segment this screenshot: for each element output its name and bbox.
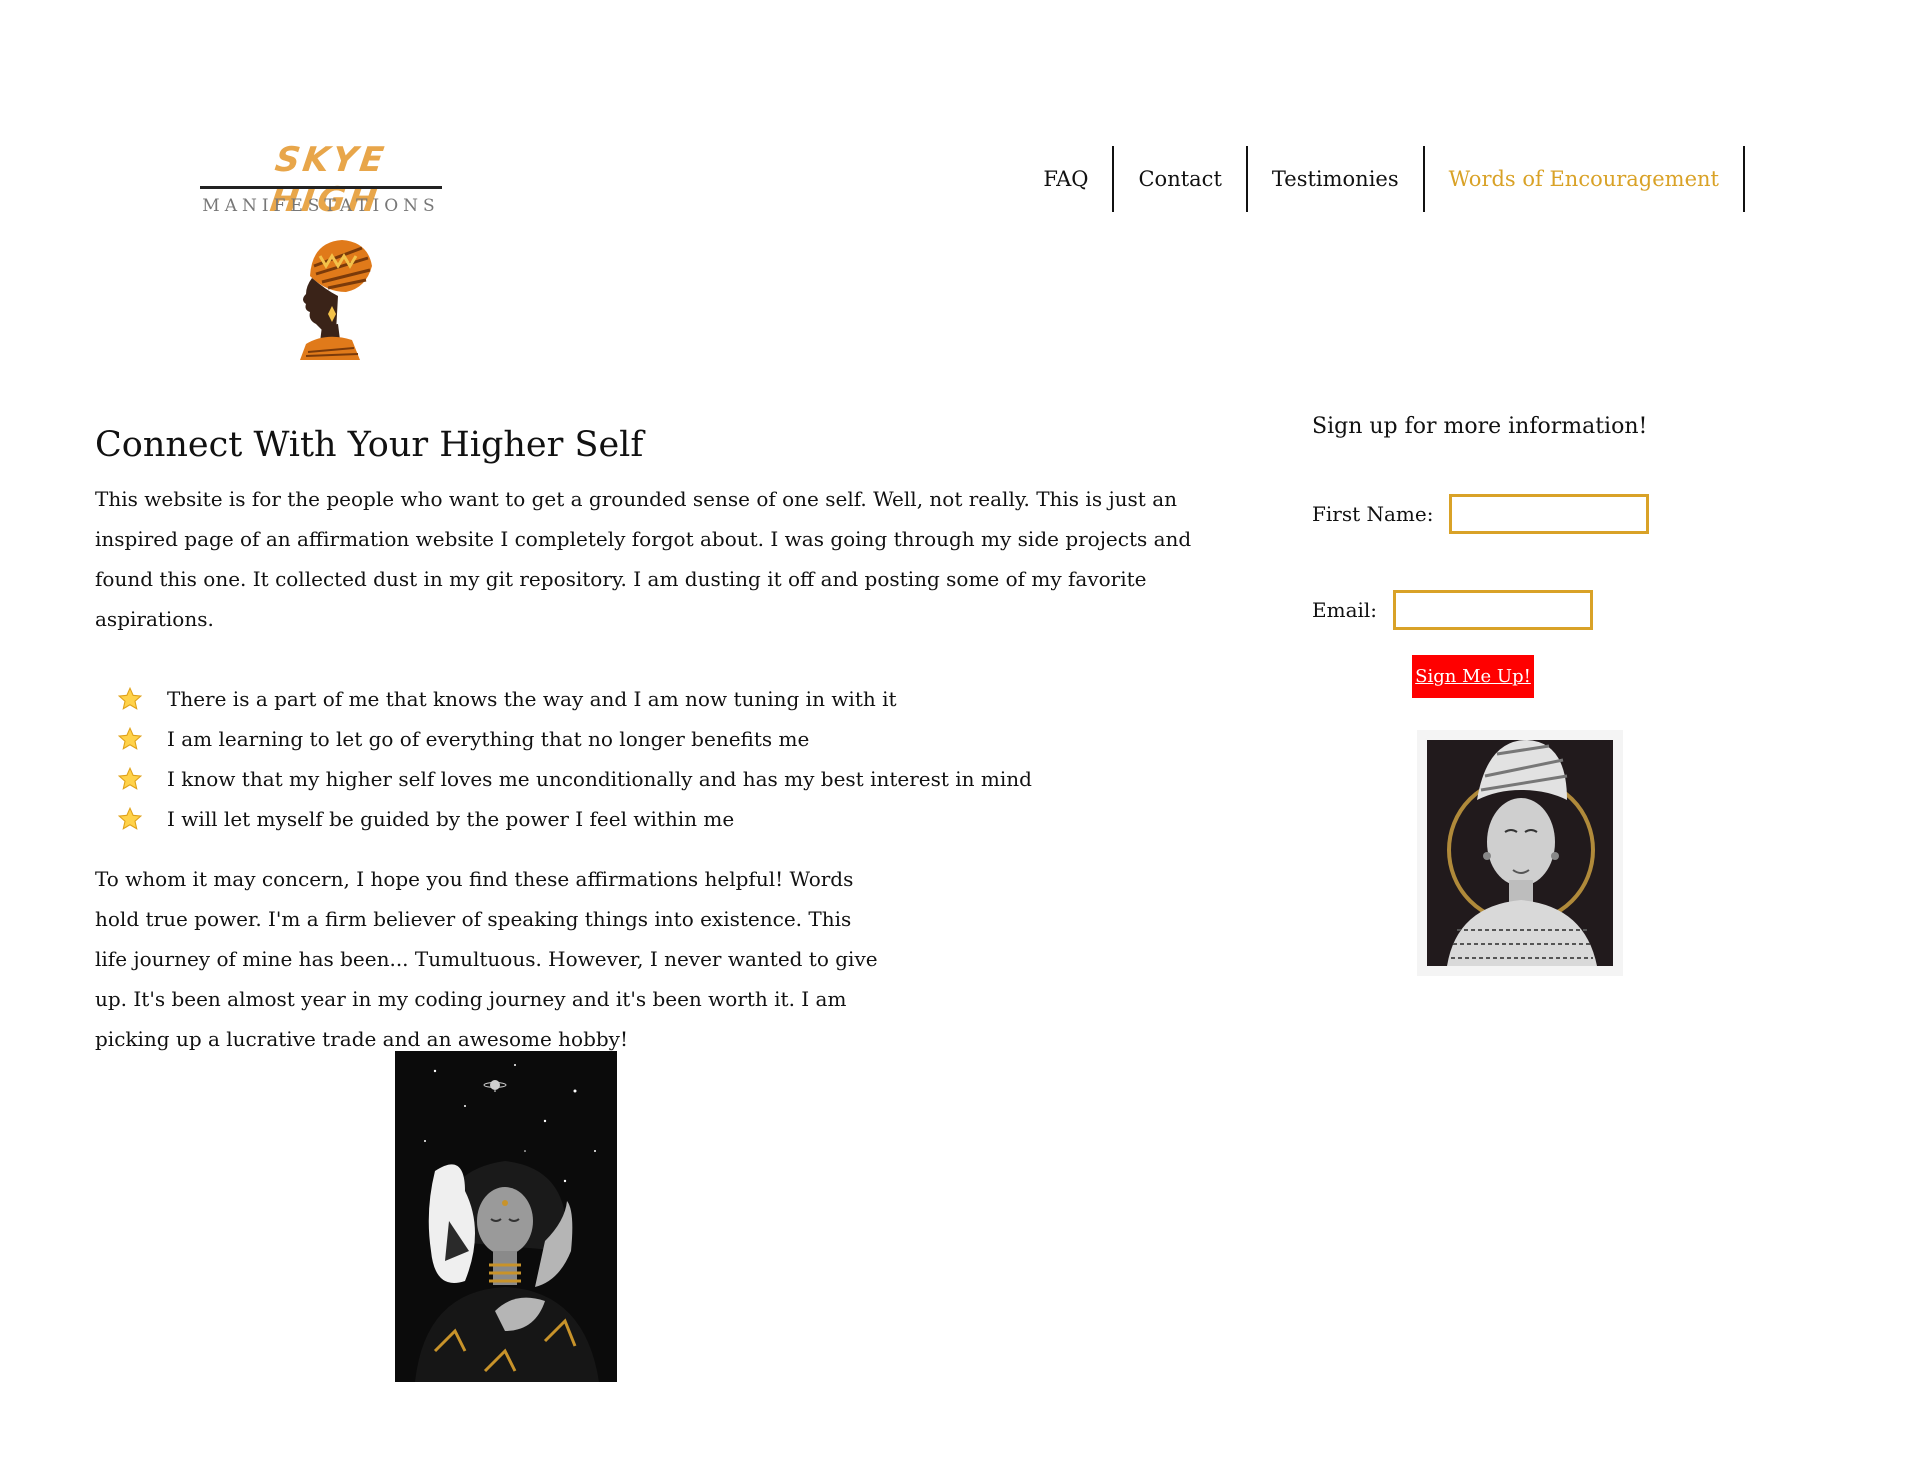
main-nav: FAQ Contact Testimonies Words of Encoura…	[1019, 146, 1745, 212]
star-icon	[117, 686, 143, 710]
first-name-field[interactable]	[1449, 494, 1650, 534]
logo-divider	[200, 186, 442, 189]
affirmation-text: I am learning to let go of everything th…	[167, 727, 810, 751]
signup-sidebar: Sign up for more information! First Name…	[1312, 414, 1692, 698]
list-item: There is a part of me that knows the way…	[95, 679, 1205, 719]
first-name-label: First Name:	[1312, 502, 1434, 526]
woman-profile-icon	[300, 240, 372, 360]
affirmation-text: There is a part of me that knows the way…	[167, 687, 897, 711]
portrait-artwork	[1417, 730, 1623, 976]
sign-up-button[interactable]: Sign Me Up!	[1412, 655, 1534, 698]
email-label: Email:	[1312, 598, 1378, 622]
star-icon	[117, 806, 143, 830]
intro-paragraph: This website is for the people who want …	[95, 487, 1192, 631]
signup-heading: Sign up for more information!	[1312, 414, 1648, 439]
page: SKYE HIGH MANIFESTATIONS FAQ Contact Tes…	[0, 0, 1920, 1480]
closing-paragraph: To whom it may concern, I hope you find …	[95, 867, 878, 1051]
nav-item-testimonies[interactable]: Testimonies	[1248, 146, 1425, 212]
main-content: Connect With Your Higher Self This websi…	[95, 425, 1205, 1059]
list-item: I will let myself be guided by the power…	[95, 799, 1205, 839]
nav-item-words-of-encouragement[interactable]: Words of Encouragement	[1425, 146, 1745, 212]
list-item: I am learning to let go of everything th…	[95, 719, 1205, 759]
star-icon	[117, 766, 143, 790]
logo-subtitle: MANIFESTATIONS	[202, 196, 440, 216]
affirmation-text: I know that my higher self loves me unco…	[167, 767, 1032, 791]
star-icon	[117, 726, 143, 750]
list-item: I know that my higher self loves me unco…	[95, 759, 1205, 799]
email-row: Email:	[1312, 590, 1594, 630]
cosmic-woman-artwork	[395, 1051, 617, 1382]
nav-item-faq[interactable]: FAQ	[1019, 146, 1115, 212]
email-field[interactable]	[1393, 590, 1594, 630]
affirmation-text: I will let myself be guided by the power…	[167, 807, 735, 831]
nav-item-contact[interactable]: Contact	[1114, 146, 1248, 212]
affirmation-list: There is a part of me that knows the way…	[95, 679, 1205, 839]
page-title: Connect With Your Higher Self	[95, 425, 644, 465]
first-name-row: First Name:	[1312, 494, 1650, 534]
